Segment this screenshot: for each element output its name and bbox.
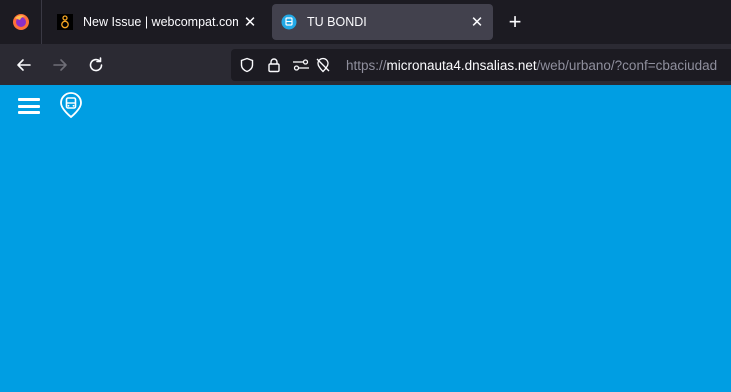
webcompat-icon (56, 13, 74, 31)
forward-arrow-icon[interactable] (47, 52, 73, 78)
navigation-toolbar: https://micronauta4.dnsalias.net/web/urb… (0, 44, 731, 85)
hamburger-menu-icon[interactable] (18, 96, 40, 116)
close-tab-icon[interactable]: ✕ (465, 10, 489, 34)
reload-icon[interactable] (83, 52, 109, 78)
page-content (0, 85, 731, 392)
tab-webcompat[interactable]: New Issue | webcompat.com ✕ (48, 4, 266, 40)
lock-icon[interactable] (263, 54, 285, 76)
firefox-menu-icon[interactable] (0, 0, 42, 44)
url-host: micronauta4.dnsalias.net (386, 57, 537, 73)
tubondi-icon (280, 13, 298, 31)
url-scheme: https:// (346, 57, 387, 73)
new-tab-button[interactable]: + (502, 9, 528, 35)
url-text[interactable]: https://micronauta4.dnsalias.net/web/urb… (346, 58, 717, 73)
tracking-protection-shield-icon[interactable] (236, 54, 258, 76)
tab-strip: New Issue | webcompat.com ✕ TU BONDI ✕ + (0, 0, 731, 44)
url-path: /web/urbano/?conf=cbaciudad (536, 57, 718, 73)
permissions-icon[interactable] (290, 54, 312, 76)
tab-title: TU BONDI (307, 15, 367, 29)
tab-tubondi[interactable]: TU BONDI ✕ (272, 4, 493, 40)
url-bar[interactable]: https://micronauta4.dnsalias.net/web/urb… (231, 49, 731, 81)
tab-title: New Issue | webcompat.com (83, 15, 238, 29)
back-arrow-icon[interactable] (11, 52, 37, 78)
location-blocked-icon[interactable] (312, 54, 334, 76)
close-tab-icon[interactable]: ✕ (238, 10, 262, 34)
bus-stop-icon[interactable] (57, 92, 85, 120)
